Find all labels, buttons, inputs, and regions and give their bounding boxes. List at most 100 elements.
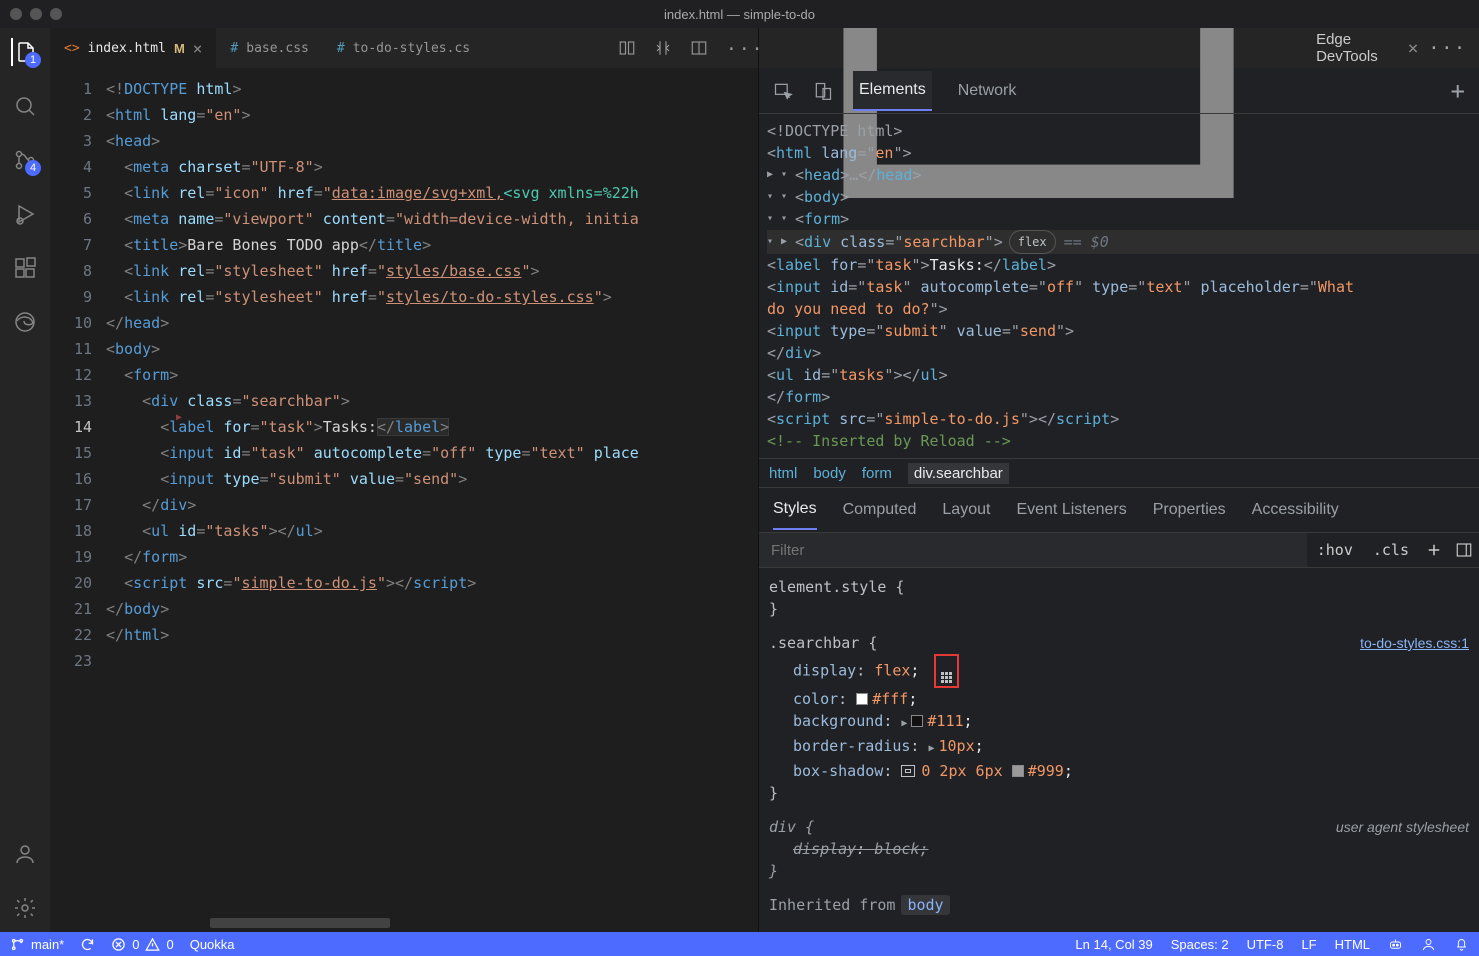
expand-shorthand-icon[interactable]: ▶ [928, 738, 934, 760]
dom-breadcrumb: html body form div.searchbar [759, 458, 1479, 488]
breadcrumb-item-current[interactable]: div.searchbar [908, 463, 1009, 484]
fold-marker-icon[interactable]: ▶ [176, 412, 182, 423]
editor-group: <> index.html M × # base.css # to-do-sty… [50, 28, 759, 932]
explorer-icon[interactable]: 1 [11, 38, 39, 66]
error-icon [111, 937, 126, 952]
warning-icon [145, 937, 160, 952]
close-traffic-light[interactable] [10, 8, 22, 20]
split-editor-icon[interactable] [690, 39, 708, 57]
stylesheet-link[interactable]: to-do-styles.css:1 [1360, 632, 1469, 654]
devtools-tab-label[interactable]: Edge DevTools [1316, 31, 1394, 65]
color-swatch-icon[interactable] [856, 693, 868, 705]
cls-button[interactable]: .cls [1363, 541, 1419, 559]
tab-label: to-do-styles.cs [353, 41, 470, 56]
hov-button[interactable]: :hov [1307, 541, 1363, 559]
cursor-position[interactable]: Ln 14, Col 39 [1075, 937, 1152, 952]
minimize-traffic-light[interactable] [30, 8, 42, 20]
devtools-toolbar: Elements Network + [759, 68, 1479, 114]
element-style-selector[interactable]: element.style { [769, 576, 1469, 598]
properties-tab[interactable]: Properties [1153, 491, 1226, 529]
css-prop[interactable]: display: flex; [769, 654, 1469, 688]
status-bar: main* 0 0 Quokka Ln 14, Col 39 Spaces: 2… [0, 932, 1479, 956]
inspect-element-icon[interactable] [773, 81, 793, 101]
close-icon[interactable]: × [193, 39, 203, 58]
file-css-icon: # [337, 41, 345, 56]
editor-actions: ··· [604, 39, 758, 57]
add-panel-icon[interactable]: + [1451, 77, 1465, 105]
code-editor[interactable]: 1234567891011121314151617181920212223 <!… [50, 68, 758, 932]
styles-filter-input[interactable] [759, 533, 1307, 567]
styles-filter-bar: :hov .cls [759, 532, 1479, 568]
titlebar: index.html — simple-to-do [0, 0, 1479, 28]
copilot-icon[interactable] [1388, 937, 1403, 952]
layout-tab[interactable]: Layout [942, 491, 990, 529]
new-style-rule-icon[interactable] [1425, 541, 1443, 559]
close-icon[interactable]: × [1408, 38, 1419, 59]
css-prop[interactable]: color: #fff; [769, 688, 1469, 710]
color-swatch-icon[interactable] [911, 715, 923, 727]
network-panel-tab[interactable]: Network [952, 72, 1023, 110]
indentation-indicator[interactable]: Spaces: 2 [1171, 937, 1229, 952]
code-content[interactable]: <!DOCTYPE html><html lang="en"><head> <m… [106, 68, 639, 932]
computed-sidebar-icon[interactable] [1455, 541, 1473, 559]
accessibility-tab[interactable]: Accessibility [1252, 491, 1339, 529]
flex-badge[interactable]: flex [1009, 230, 1056, 254]
source-control-icon[interactable]: 4 [11, 146, 39, 174]
console-ref: == $0 [1064, 231, 1109, 253]
styles-pane[interactable]: element.style { } to-do-styles.css:1 .se… [759, 568, 1479, 932]
settings-gear-icon[interactable] [11, 894, 39, 922]
notifications-icon[interactable] [1454, 937, 1469, 952]
window-title: index.html — simple-to-do [664, 7, 815, 22]
inherited-section: Inherited frombody [769, 890, 1469, 924]
breadcrumb-item[interactable]: form [862, 465, 892, 482]
activity-bar: 1 4 [0, 28, 50, 932]
problems-indicator[interactable]: 0 0 [111, 937, 173, 952]
device-emulation-icon[interactable] [813, 81, 833, 101]
dom-tree[interactable]: <!DOCTYPE html> <html lang="en"> ▶▾<head… [759, 114, 1479, 458]
git-branch-icon [10, 937, 25, 952]
horizontal-scrollbar[interactable] [210, 918, 390, 928]
color-swatch-icon[interactable] [1012, 765, 1024, 777]
computed-tab[interactable]: Computed [843, 491, 917, 529]
css-prop[interactable]: box-shadow: 0 2px 6px #999; [769, 760, 1469, 782]
tab-label: index.html [88, 41, 166, 56]
eol-indicator[interactable]: LF [1301, 937, 1316, 952]
modified-indicator: M [174, 41, 185, 56]
quokka-indicator[interactable]: Quokka [190, 937, 235, 952]
accounts-icon[interactable] [11, 840, 39, 868]
styles-tab[interactable]: Styles [773, 490, 817, 530]
compare-changes-icon[interactable] [618, 39, 636, 57]
line-gutter: 1234567891011121314151617181920212223 [50, 68, 106, 932]
css-prop[interactable]: border-radius: ▶10px; [769, 735, 1469, 760]
extensions-icon[interactable] [11, 254, 39, 282]
elements-panel-tab[interactable]: Elements [853, 71, 932, 111]
tab-to-do-styles-css[interactable]: # to-do-styles.cs [323, 28, 484, 68]
editor-tabs: <> index.html M × # base.css # to-do-sty… [50, 28, 758, 68]
inherited-from-link[interactable]: body [901, 895, 949, 915]
event-listeners-tab[interactable]: Event Listeners [1016, 491, 1126, 529]
search-icon[interactable] [11, 92, 39, 120]
tab-index-html[interactable]: <> index.html M × [50, 28, 216, 68]
css-prop-overridden: display: block; [769, 838, 1469, 860]
language-indicator[interactable]: HTML [1335, 937, 1370, 952]
tab-base-css[interactable]: # base.css [216, 28, 322, 68]
sync-icon [80, 937, 95, 952]
more-actions-icon[interactable]: ··· [726, 39, 744, 57]
more-actions-icon[interactable]: ··· [1428, 38, 1467, 59]
sync-button[interactable] [80, 937, 95, 952]
breadcrumb-item[interactable]: body [813, 465, 846, 482]
expand-shorthand-icon[interactable]: ▶ [901, 713, 907, 735]
css-prop[interactable]: background: ▶#111; [769, 710, 1469, 735]
run-debug-icon[interactable] [11, 200, 39, 228]
zoom-traffic-light[interactable] [50, 8, 62, 20]
edge-icon[interactable] [11, 308, 39, 336]
flexbox-editor-icon[interactable] [934, 654, 959, 688]
branch-indicator[interactable]: main* [10, 937, 64, 952]
open-changes-icon[interactable] [654, 39, 672, 57]
shadow-editor-icon[interactable] [901, 765, 915, 777]
encoding-indicator[interactable]: UTF-8 [1247, 937, 1284, 952]
breadcrumb-item[interactable]: html [769, 465, 797, 482]
feedback-icon[interactable] [1421, 937, 1436, 952]
window-controls[interactable] [10, 8, 62, 20]
selected-dom-node[interactable]: ▾▶<div class="searchbar">flex== $0 [767, 230, 1479, 254]
